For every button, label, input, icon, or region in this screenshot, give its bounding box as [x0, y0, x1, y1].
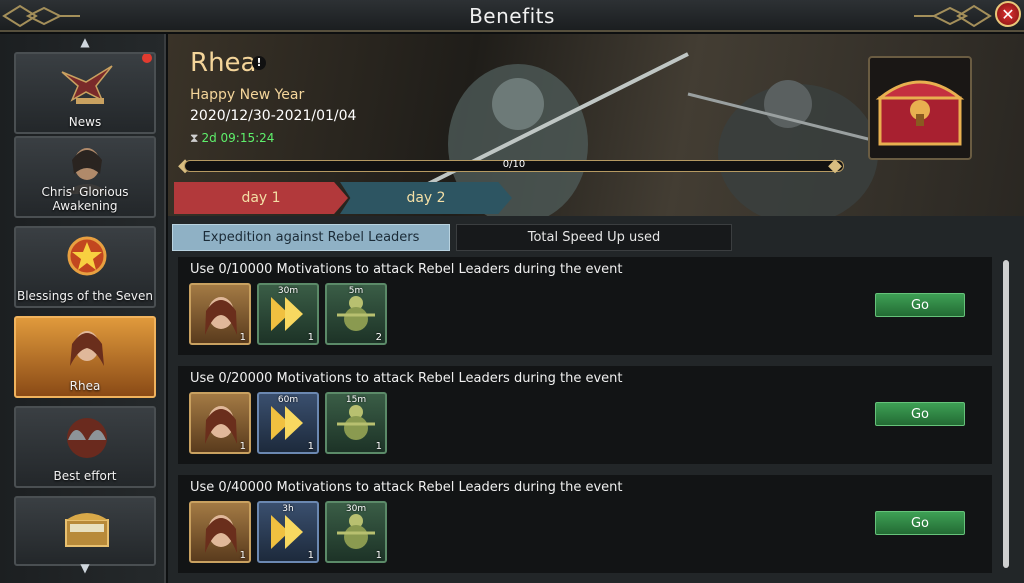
reward-training[interactable]: 5m 2 — [325, 283, 387, 345]
tab-expedition[interactable]: Expedition against Rebel Leaders — [172, 224, 450, 251]
reward-qty: 1 — [307, 332, 314, 343]
reward-hero[interactable]: 1 — [189, 392, 251, 454]
reward-qty: 1 — [375, 550, 382, 561]
sidebar[interactable]: ▲ News Chris' Glorious Awakening Blessin… — [0, 34, 166, 583]
scroll-up-icon[interactable]: ▲ — [76, 36, 94, 48]
reward-duration: 15m — [345, 395, 367, 405]
reward-qty: 1 — [375, 441, 382, 452]
scroll-down-icon[interactable]: ▼ — [76, 562, 94, 574]
reward-qty: 1 — [239, 332, 246, 343]
helmets-icon — [67, 418, 107, 458]
reward-chest[interactable] — [868, 56, 972, 160]
reward-duration: 30m — [345, 504, 367, 514]
sidebar-item-label: Best effort — [53, 469, 117, 483]
event-timer: ⧗ 2d 09:15:24 — [190, 131, 274, 146]
notification-badge — [142, 54, 152, 63]
close-button[interactable]: ✕ — [995, 1, 1021, 27]
scroll-thumb[interactable] — [1003, 260, 1009, 568]
sidebar-item-label: News — [68, 115, 102, 129]
reward-duration: 3h — [282, 504, 294, 514]
treasure-chest-icon — [875, 80, 965, 146]
progress-bar: 0/10 — [184, 159, 844, 172]
reward-hero[interactable]: 1 — [189, 283, 251, 345]
reward-training[interactable]: 30m 1 — [325, 501, 387, 563]
reward-qty: 1 — [239, 441, 246, 452]
task-panel: Expedition against Rebel Leaders Total S… — [168, 216, 1024, 583]
reward-qty: 2 — [375, 332, 382, 343]
portrait-icon — [70, 331, 104, 366]
close-icon: ✕ — [1001, 4, 1015, 24]
task-description: Use 0/40000 Motivations to attack Rebel … — [190, 480, 623, 495]
reward-speedup[interactable]: 60m 1 — [257, 392, 319, 454]
sidebar-item-rhea[interactable]: Rhea — [14, 316, 156, 398]
task-row: Use 0/20000 Motivations to attack Rebel … — [178, 366, 992, 464]
progress-text: 0/10 — [502, 159, 526, 170]
ornament-right-icon — [914, 4, 992, 28]
timer-text: 2d 09:15:24 — [201, 131, 275, 145]
task-description: Use 0/20000 Motivations to attack Rebel … — [190, 371, 623, 386]
reward-duration: 5m — [348, 286, 364, 296]
star-emblem-icon — [67, 236, 107, 276]
reward-speedup[interactable]: 3h 1 — [257, 501, 319, 563]
sidebar-item-best-effort[interactable]: Best effort — [14, 406, 156, 488]
title-bar: Benefits ✕ — [0, 0, 1024, 32]
reward-duration: 60m — [277, 395, 299, 405]
sidebar-item-news[interactable]: News — [14, 52, 156, 134]
task-row: Use 0/40000 Motivations to attack Rebel … — [178, 475, 992, 573]
event-dates: 2020/12/30-2021/01/04 — [190, 108, 357, 124]
reward-duration: 30m — [277, 286, 299, 296]
sidebar-item-chris-glorious-awakening[interactable]: Chris' Glorious Awakening — [14, 136, 156, 218]
sidebar-item-label: Blessings of the Seven — [16, 289, 154, 303]
page-title: Benefits — [469, 4, 555, 28]
go-button[interactable]: Go — [875, 293, 965, 317]
reward-qty: 1 — [307, 550, 314, 561]
tab-day-2[interactable]: day 2 — [340, 182, 512, 214]
go-button[interactable]: Go — [875, 402, 965, 426]
sidebar-item-blessings-of-the-seven[interactable]: Blessings of the Seven — [14, 226, 156, 308]
sidebar-item-treasure[interactable] — [14, 496, 156, 566]
info-icon[interactable]: ! — [252, 56, 266, 70]
tab-day-1[interactable]: day 1 — [174, 182, 348, 214]
task-row: Use 0/10000 Motivations to attack Rebel … — [178, 257, 992, 355]
treasure-chest-icon — [65, 513, 109, 547]
reward-speedup[interactable]: 30m 1 — [257, 283, 319, 345]
go-button[interactable]: Go — [875, 511, 965, 535]
event-title: Rhea — [190, 48, 257, 78]
reward-hero[interactable]: 1 — [189, 501, 251, 563]
reward-qty: 1 — [307, 441, 314, 452]
reward-training[interactable]: 15m 1 — [325, 392, 387, 454]
eagle-icon — [61, 65, 113, 104]
tab-speed-up[interactable]: Total Speed Up used — [456, 224, 732, 251]
event-subtitle: Happy New Year — [190, 87, 305, 103]
sidebar-item-label: Chris' Glorious Awakening — [41, 185, 129, 213]
reward-qty: 1 — [239, 550, 246, 561]
task-description: Use 0/10000 Motivations to attack Rebel … — [190, 262, 623, 277]
hourglass-icon: ⧗ — [190, 131, 199, 145]
sidebar-item-label: Rhea — [69, 379, 101, 393]
scrollbar[interactable] — [1003, 260, 1009, 568]
progress-cap-right-icon: ◆ — [828, 155, 842, 176]
